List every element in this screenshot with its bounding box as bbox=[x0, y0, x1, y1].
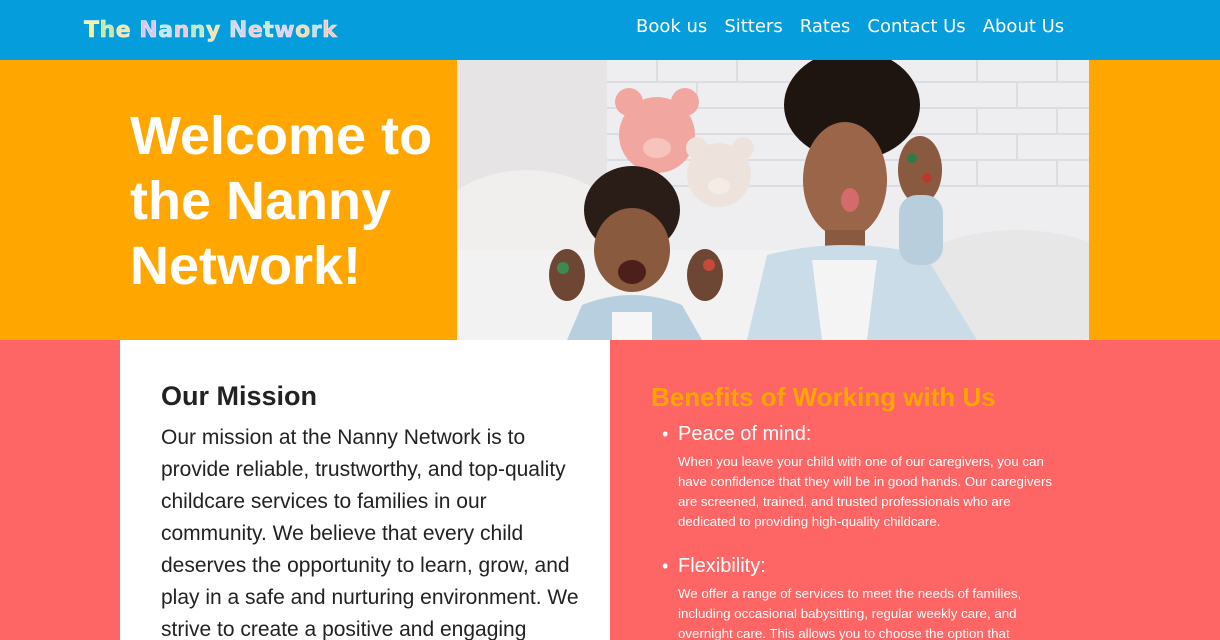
site-header: The Nanny Network Book us Sitters Rates … bbox=[0, 0, 1220, 60]
logo-letter: w bbox=[274, 18, 296, 44]
nav-about-us[interactable]: About Us bbox=[983, 16, 1065, 37]
main-nav: Book us Sitters Rates Contact Us About U… bbox=[636, 16, 1064, 37]
logo-letter: y bbox=[205, 18, 221, 44]
logo-letter: o bbox=[295, 18, 311, 44]
logo-letter bbox=[221, 18, 229, 43]
benefits-section: Benefits of Working with Us • Peace of m… bbox=[610, 340, 1220, 640]
benefit-body: When you leave your child with one of ou… bbox=[678, 454, 1053, 529]
benefit-body: We offer a range of services to meet the… bbox=[678, 586, 1022, 640]
mission-text: Our mission at the Nanny Network is to p… bbox=[161, 426, 579, 640]
logo-letter: h bbox=[99, 18, 116, 44]
nav-book-us[interactable]: Book us bbox=[636, 16, 707, 37]
site-logo[interactable]: The Nanny Network bbox=[84, 18, 338, 44]
benefit-heading: Peace of mind: bbox=[678, 423, 812, 445]
bullet-icon: • bbox=[662, 424, 669, 444]
benefits-title: Benefits of Working with Us bbox=[651, 382, 996, 412]
hero-title: Welcome to the Nanny Network! bbox=[130, 106, 433, 296]
benefits-list: • Peace of mind: When you leave your chi… bbox=[662, 422, 1062, 640]
logo-letter: N bbox=[228, 18, 248, 44]
hero-photo bbox=[457, 60, 1089, 340]
nav-contact-us[interactable]: Contact Us bbox=[867, 16, 965, 37]
nav-sitters[interactable]: Sitters bbox=[724, 16, 782, 37]
logo-letter: e bbox=[247, 18, 264, 44]
hero-section: Welcome to the Nanny Network! bbox=[0, 60, 1220, 340]
nav-rates[interactable]: Rates bbox=[800, 16, 851, 37]
benefit-heading: Flexibility: bbox=[678, 555, 766, 577]
logo-letter: n bbox=[189, 18, 206, 44]
logo-letter: k bbox=[322, 18, 338, 44]
list-item: • Flexibility: We offer a range of servi… bbox=[662, 554, 1062, 640]
mission-card: Our Mission Our mission at the Nanny Net… bbox=[120, 340, 610, 640]
logo-letter: T bbox=[84, 18, 100, 44]
logo-letter: a bbox=[158, 18, 174, 44]
mission-title: Our Mission bbox=[161, 381, 318, 411]
bullet-icon: • bbox=[662, 556, 669, 576]
logo-letter: n bbox=[173, 18, 190, 44]
logo-letter: t bbox=[263, 18, 275, 44]
logo-letter: r bbox=[310, 18, 323, 44]
list-item: • Peace of mind: When you leave your chi… bbox=[662, 422, 1062, 532]
logo-letter: N bbox=[139, 18, 159, 44]
logo-letter: e bbox=[115, 18, 132, 44]
